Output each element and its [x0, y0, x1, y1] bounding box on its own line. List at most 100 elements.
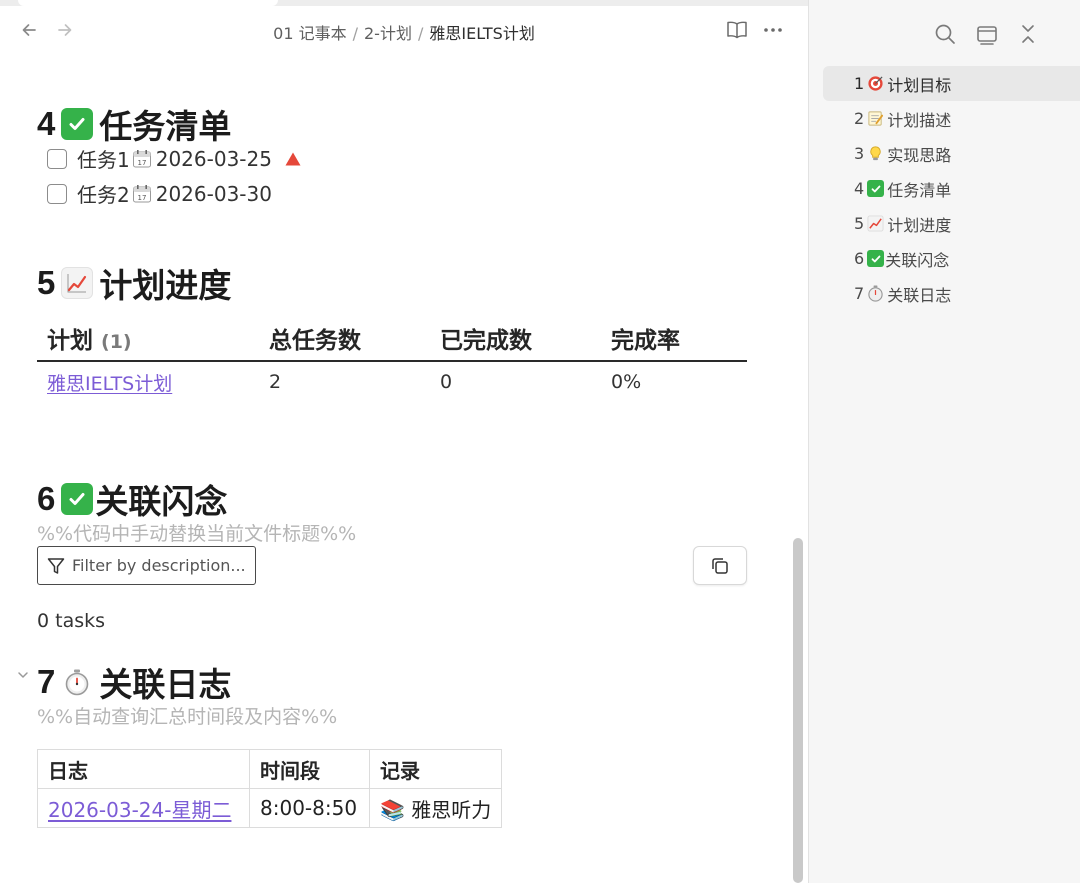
- collapse-all-icon[interactable]: [1016, 22, 1040, 46]
- outline-label: 实现思路: [887, 145, 952, 165]
- heading-number: 7: [37, 663, 56, 700]
- books-icon: 📚: [380, 797, 405, 822]
- outline-number: 4: [854, 179, 865, 198]
- column-header-time: 时间段: [249, 749, 370, 789]
- filter-input[interactable]: Filter by description...: [37, 546, 256, 585]
- breadcrumb-separator: /: [352, 24, 358, 43]
- more-options-icon[interactable]: [761, 18, 785, 42]
- task-due-date: 2026-03-25: [155, 146, 272, 171]
- task-due-date: 2026-03-30: [155, 181, 272, 206]
- record-cell: 📚 雅思听力: [368, 788, 503, 828]
- task-checkbox[interactable]: [47, 183, 67, 204]
- outline-label: 计划进度: [887, 215, 952, 235]
- check-mark-icon: [61, 483, 94, 515]
- breadcrumb-separator: /: [417, 24, 424, 43]
- heading-number: 4: [37, 105, 56, 142]
- column-header-record: 记录: [368, 749, 503, 789]
- table-header-row: 计划 (1) 总任务数 已完成数 完成率: [37, 316, 747, 362]
- heading-title: 计划进度: [99, 267, 232, 304]
- outline-item-progress[interactable]: 5 计划进度: [823, 206, 1080, 241]
- chart-increasing-icon: [867, 215, 884, 232]
- heading-tasks: 4 任务清单: [37, 100, 231, 148]
- filter-icon: [46, 556, 66, 576]
- svg-text:17: 17: [137, 159, 146, 167]
- outline-number: 7: [854, 284, 865, 303]
- heading-progress: 5 计划进度: [37, 259, 231, 307]
- breadcrumb: 01 记事本 / 2-计划 / 雅思IELTS计划: [0, 20, 808, 44]
- outline-panel: 1 计划目标 2 计划描述 3 实现思路 4 任务清单 5 计划进度 6 关联闪…: [809, 0, 1080, 883]
- heading-number: 5: [37, 264, 56, 301]
- outline-label: 关联日志: [887, 285, 952, 305]
- calendar-icon: 17: [132, 184, 151, 202]
- heading-flash: 6 关联闪念: [37, 475, 227, 523]
- priority-triangle-icon: [285, 152, 301, 165]
- reading-view-icon[interactable]: [725, 18, 749, 42]
- memo-icon: [868, 111, 884, 126]
- task-label: 任务1: [77, 148, 130, 172]
- outline-number: 1: [854, 74, 865, 93]
- breadcrumb-item-plan[interactable]: 2-计划: [364, 24, 412, 43]
- breadcrumb-item-current[interactable]: 雅思IELTS计划: [429, 24, 534, 43]
- column-header-rate: 完成率: [611, 328, 680, 354]
- done-tasks-cell: 0: [440, 371, 453, 393]
- search-icon[interactable]: [933, 22, 957, 46]
- stopwatch-icon: [61, 666, 93, 698]
- task-checkbox[interactable]: [47, 148, 67, 169]
- check-mark-icon: [867, 250, 885, 267]
- time-cell: 8:00-8:50: [249, 788, 370, 828]
- scrollbar-thumb[interactable]: [793, 538, 803, 883]
- check-mark-icon: [867, 180, 885, 197]
- task-label: 任务2: [77, 183, 130, 207]
- column-header-label: 计划: [47, 328, 93, 354]
- outline-number: 3: [854, 144, 865, 163]
- column-header-done: 已完成数: [440, 328, 532, 354]
- outline-number: 2: [854, 109, 865, 128]
- outline-item-plan-goal[interactable]: 1 计划目标: [823, 66, 1080, 101]
- column-header-log: 日志: [37, 749, 250, 789]
- target-icon: [868, 76, 883, 91]
- column-header-plan: 计划 (1): [37, 321, 259, 355]
- outline-item-task-list[interactable]: 4 任务清单: [823, 171, 1080, 206]
- outline-label: 任务清单: [887, 180, 952, 200]
- note-content: 4 任务清单 任务1 17 2026-03-25 任务2 17 2026-03-…: [0, 56, 790, 883]
- table-header-row: 日志 时间段 记录: [37, 749, 503, 789]
- copy-button[interactable]: [693, 546, 747, 585]
- log-date-link[interactable]: 2026-03-24-星期二: [48, 798, 231, 822]
- outline-item-log[interactable]: 7 关联日志: [823, 276, 1080, 311]
- progress-table: 计划 (1) 总任务数 已完成数 完成率 雅思IELTS计划 2 0 0%: [37, 316, 747, 402]
- result-count: (1): [101, 331, 132, 353]
- app-window: 01 记事本/2-计划 / 雅思IELTS计划 4 任务清单 任务1 17 2026…: [0, 0, 1080, 883]
- total-tasks-cell: 2: [269, 371, 282, 393]
- table-row: 2026-03-24-星期二 8:00-8:50 📚 雅思听力: [37, 788, 503, 828]
- check-mark-icon: [61, 108, 94, 140]
- outline-number: 6: [854, 249, 865, 268]
- outline-number: 5: [854, 214, 865, 233]
- outline-label: 计划描述: [887, 110, 952, 130]
- window-icon[interactable]: [975, 22, 999, 46]
- column-header-total: 总任务数: [269, 328, 361, 354]
- svg-text:17: 17: [137, 194, 146, 202]
- outline-item-plan-description[interactable]: 2 计划描述: [823, 101, 1080, 136]
- breadcrumb-item-notebook[interactable]: 01 记事本: [273, 24, 346, 43]
- task-item: 任务2 17 2026-03-30: [47, 179, 272, 208]
- heading-title: 关联日志: [99, 666, 232, 703]
- tasks-count: 0 tasks: [37, 610, 106, 632]
- outline-item-approach[interactable]: 3 实现思路: [823, 136, 1080, 171]
- table-row: 雅思IELTS计划 2 0 0%: [37, 362, 747, 402]
- calendar-icon: 17: [132, 149, 151, 167]
- filter-placeholder: Filter by description...: [72, 556, 246, 575]
- plan-link[interactable]: 雅思IELTS计划: [47, 373, 172, 395]
- comment-text: %%自动查询汇总时间段及内容%%: [37, 706, 338, 728]
- chart-increasing-icon: [61, 267, 94, 299]
- task-item: 任务1 17 2026-03-25: [47, 144, 302, 173]
- heading-title: 任务清单: [99, 108, 232, 145]
- record-text: 雅思听力: [411, 797, 492, 822]
- light-bulb-icon: [870, 146, 881, 161]
- outline-item-flash[interactable]: 6 关联闪念: [823, 241, 1080, 276]
- outline-label: 计划目标: [887, 75, 952, 95]
- log-table: 日志 时间段 记录 2026-03-24-星期二 8:00-8:50 📚 雅思听…: [37, 749, 503, 828]
- chevron-down-icon[interactable]: [16, 668, 32, 684]
- stopwatch-icon: [868, 285, 883, 302]
- heading-title: 关联闪念: [95, 483, 228, 520]
- outline-label: 关联闪念: [885, 250, 950, 270]
